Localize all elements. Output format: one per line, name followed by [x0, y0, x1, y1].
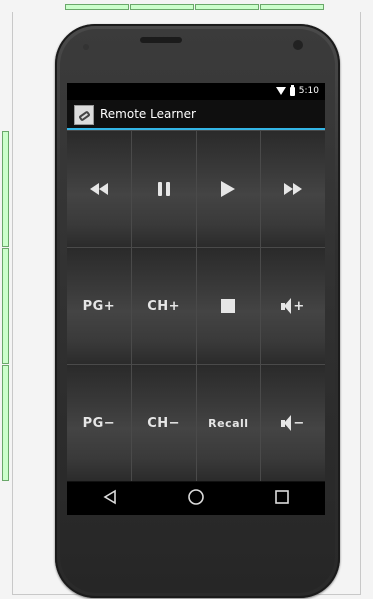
pause-button[interactable]	[131, 131, 196, 247]
battery-icon	[289, 84, 295, 96]
ruler-segment	[2, 248, 9, 364]
app-launcher-icon[interactable]	[74, 105, 94, 125]
channel-down-button[interactable]: CH−	[131, 365, 196, 481]
speaker-grille	[140, 37, 182, 43]
volume-up-button[interactable]: +	[261, 248, 325, 364]
play-button[interactable]	[196, 131, 261, 247]
top-ruler	[65, 4, 325, 11]
ruler-segment	[260, 4, 324, 10]
volume-down-label: −	[293, 415, 305, 431]
stop-icon	[221, 299, 236, 313]
recents-icon[interactable]	[274, 489, 290, 509]
status-time: 5:10	[298, 86, 319, 96]
channel-down-label: CH−	[147, 415, 181, 431]
rewind-button[interactable]	[67, 131, 131, 247]
ruler-segment	[2, 131, 9, 247]
recall-label: Recall	[208, 416, 249, 430]
fast-forward-button[interactable]	[261, 131, 325, 247]
device-screen: 5:10 Remote Learner PG+ CH+ + PG− CH− Re…	[67, 83, 325, 515]
channel-up-button[interactable]: CH+	[131, 248, 196, 364]
status-bar: 5:10	[67, 83, 325, 100]
fast-forward-icon	[284, 183, 303, 195]
status-icons: 5:10	[275, 84, 319, 96]
page-up-button[interactable]: PG+	[67, 248, 131, 364]
channel-up-label: CH+	[147, 298, 181, 314]
rewind-icon	[89, 183, 108, 195]
ruler-segment	[2, 365, 9, 481]
volume-down-button[interactable]: −	[261, 365, 325, 481]
left-ruler	[2, 131, 9, 482]
volume-up-label: +	[293, 298, 305, 314]
speaker-icon	[281, 298, 292, 314]
home-icon[interactable]	[187, 488, 205, 510]
front-camera	[293, 40, 303, 50]
speaker-icon	[281, 415, 292, 431]
page-down-label: PG−	[82, 415, 116, 431]
proximity-sensor	[83, 44, 89, 50]
page-up-label: PG+	[82, 298, 116, 314]
ruler-segment	[195, 4, 259, 10]
page-down-button[interactable]: PG−	[67, 365, 131, 481]
ruler-segment	[130, 4, 194, 10]
remote-button-grid: PG+ CH+ + PG− CH− Recall −	[67, 130, 325, 481]
stop-button[interactable]	[196, 248, 261, 364]
recall-button[interactable]: Recall	[196, 365, 261, 481]
ruler-segment	[65, 4, 129, 10]
wifi-icon	[275, 87, 286, 95]
play-icon	[221, 181, 236, 197]
action-bar: Remote Learner	[67, 100, 325, 130]
app-title: Remote Learner	[100, 107, 196, 121]
navigation-bar	[67, 482, 325, 515]
back-icon[interactable]	[102, 489, 118, 509]
pause-icon	[157, 182, 170, 196]
